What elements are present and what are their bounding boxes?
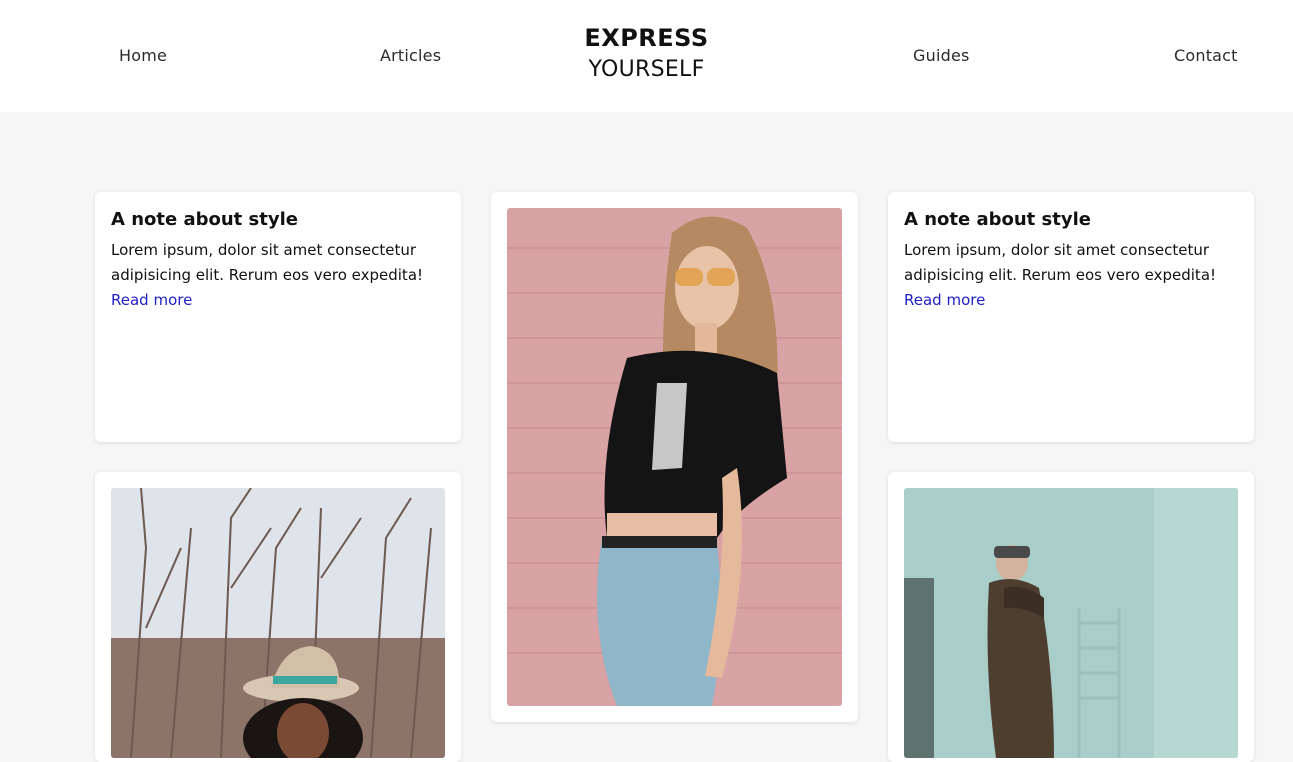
article-card-right: A note about style Lorem ipsum, dolor si…: [888, 192, 1254, 442]
card-body: Lorem ipsum, dolor sit amet consectetur …: [111, 241, 424, 284]
nav-guides-link[interactable]: Guides: [913, 46, 970, 65]
nav-contact-link[interactable]: Contact: [1174, 46, 1238, 65]
read-more-link[interactable]: Read more: [111, 288, 445, 313]
site-header: Home Articles EXPRESS YOURSELF Guides Co…: [0, 0, 1293, 112]
nav-home-link[interactable]: Home: [119, 46, 167, 65]
article-card-left: A note about style Lorem ipsum, dolor si…: [95, 192, 461, 442]
card-title: A note about style: [111, 209, 298, 230]
woman-pink-wall-photo: [507, 208, 842, 706]
card-body: Lorem ipsum, dolor sit amet consectetur …: [904, 241, 1217, 284]
logo-line-1: EXPRESS: [584, 24, 709, 52]
site-logo: EXPRESS YOURSELF: [0, 22, 1293, 86]
image-card-left: [95, 472, 461, 762]
man-coat-photo: [904, 488, 1238, 758]
woman-hat-trees-photo: [111, 488, 445, 758]
nav-articles-link[interactable]: Articles: [380, 46, 441, 65]
logo-line-2: YOURSELF: [588, 57, 705, 82]
read-more-link[interactable]: Read more: [904, 288, 1238, 313]
image-card-right: [888, 472, 1254, 762]
image-card-center: [491, 192, 858, 722]
card-title: A note about style: [904, 209, 1091, 230]
